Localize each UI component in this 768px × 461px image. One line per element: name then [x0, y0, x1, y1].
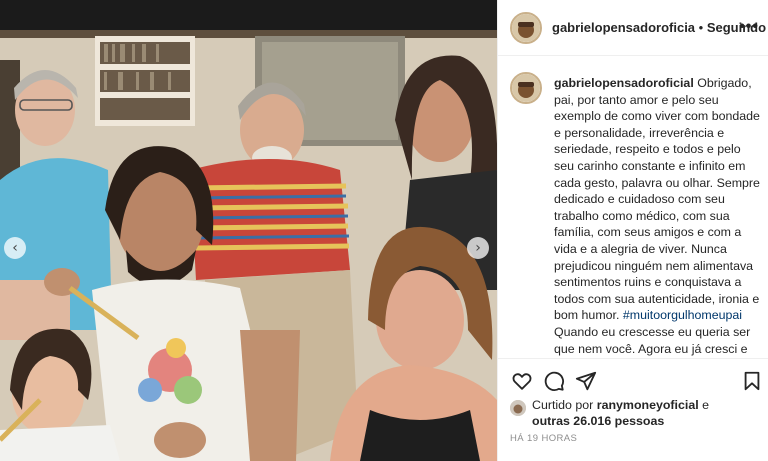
paper-plane-icon [575, 371, 597, 391]
caption-username-link[interactable]: gabrielopensadoroficial [554, 76, 694, 90]
likes-text: Curtido por ranymoneyoficial e outras 26.… [532, 397, 762, 429]
avatar-image [512, 74, 540, 102]
next-photo-button[interactable]: › [467, 237, 489, 259]
caption-body-continued: Quando eu crescesse eu queria ser que ne… [554, 324, 751, 356]
heart-icon [512, 373, 532, 390]
author-username-link[interactable]: gabrielopensadoroficia [552, 20, 695, 35]
caption-text: gabrielopensadoroficial Obrigado, pai, p… [554, 75, 760, 358]
author-avatar[interactable] [510, 11, 542, 44]
likes-connector: e [698, 398, 710, 412]
previous-photo-button[interactable]: ‹ [4, 237, 26, 259]
action-icons-row [510, 369, 760, 393]
liker-avatar-image [510, 400, 526, 416]
caption-author-avatar[interactable] [510, 72, 542, 104]
bookmark-icon [744, 371, 760, 391]
chevron-left-icon: ‹ [12, 240, 18, 256]
post-side-panel: gabrielopensadoroficia • Seguindo ••• ga… [497, 0, 768, 461]
post-header: gabrielopensadoroficia • Seguindo ••• [498, 0, 768, 56]
hashtag-link[interactable]: #muitoorgulhomeupai [623, 308, 742, 322]
like-button[interactable] [510, 369, 534, 393]
avatar-image [512, 13, 540, 42]
comment-button[interactable] [542, 369, 566, 393]
post-actions: Curtido por ranymoneyoficial e outras 26.… [498, 358, 768, 461]
likes-summary: Curtido por ranymoneyoficial e outras 26.… [510, 397, 760, 429]
liker-avatar[interactable] [510, 400, 526, 416]
caption-area: gabrielopensadoroficial Obrigado, pai, p… [498, 56, 768, 358]
comment-icon [544, 371, 564, 391]
caption-body: Obrigado, pai, por tanto amor e pelo seu… [554, 76, 760, 323]
header-text: gabrielopensadoroficia • Seguindo [552, 20, 766, 35]
other-likers-link[interactable]: outras 26.016 pessoas [532, 414, 664, 428]
more-options-icon[interactable]: ••• [739, 18, 759, 36]
save-button[interactable] [740, 369, 764, 393]
family-photo-illustration [0, 30, 497, 461]
instagram-post-view: ‹ › gabrielopensadoroficia • Seguindo ••… [0, 0, 768, 461]
liker-username-link[interactable]: ranymoneyoficial [597, 398, 699, 412]
post-photo[interactable] [0, 30, 497, 461]
dot-separator: • [695, 20, 707, 35]
photo-top-bar [0, 0, 497, 30]
share-button[interactable] [574, 369, 598, 393]
post-timestamp[interactable]: HÁ 19 HORAS [510, 433, 577, 444]
chevron-right-icon: › [475, 240, 481, 256]
liked-by-label: Curtido por [532, 398, 597, 412]
post-photo-pane: ‹ › [0, 0, 497, 461]
